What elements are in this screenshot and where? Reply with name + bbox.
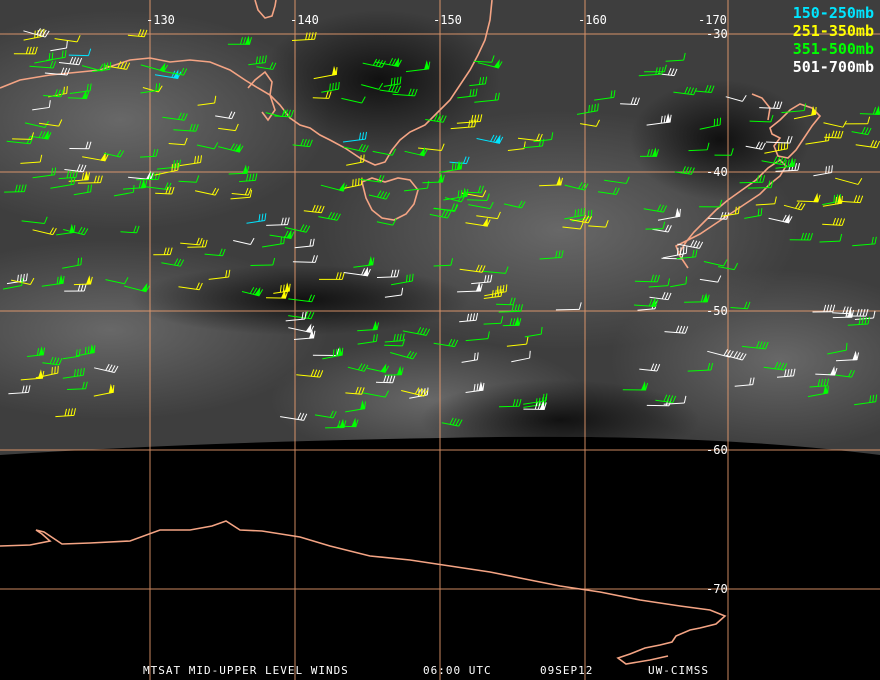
- observation-time: 06:00 UTC: [423, 664, 492, 677]
- lat-label: -60: [706, 443, 728, 457]
- lon-label: -150: [433, 13, 462, 27]
- lon-label: -140: [290, 13, 319, 27]
- lon-label: -170: [698, 13, 727, 27]
- lon-label: -160: [578, 13, 607, 27]
- legend-entry-351-500: 351-500mb: [792, 40, 874, 58]
- product-title: MTSAT MID-UPPER LEVEL WINDS: [143, 664, 349, 677]
- product-footer: MTSAT MID-UPPER LEVEL WINDS 06:00 UTC 09…: [0, 664, 880, 678]
- satellite-map: -130 -140 -150 -160 -170 -30 -40 -50 -60…: [0, 0, 880, 680]
- legend-entry-150-250: 150-250mb: [792, 4, 874, 22]
- lon-label: -130: [146, 13, 175, 27]
- lat-label: -70: [706, 582, 728, 596]
- legend-entry-501-700: 501-700mb: [792, 58, 874, 76]
- pressure-legend: 150-250mb 251-350mb 351-500mb 501-700mb: [793, 4, 874, 76]
- observation-date: 09SEP12: [540, 664, 594, 677]
- lat-label: -30: [706, 27, 728, 41]
- legend-entry-251-350: 251-350mb: [792, 22, 874, 40]
- data-source: UW-CIMSS: [648, 664, 709, 677]
- lat-label: -50: [706, 304, 728, 318]
- lat-label: -40: [706, 165, 728, 179]
